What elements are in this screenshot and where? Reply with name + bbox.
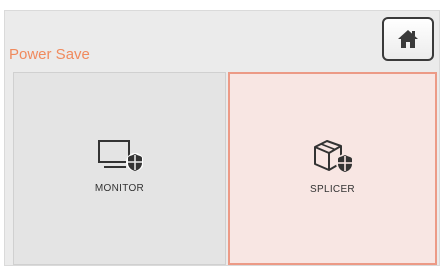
home-button[interactable] bbox=[382, 17, 434, 61]
monitor-label: MONITOR bbox=[94, 183, 145, 194]
splicer-icon-group bbox=[311, 134, 355, 174]
splicer-option[interactable]: SPLICER bbox=[228, 72, 437, 265]
monitor-option[interactable]: MONITOR bbox=[13, 72, 226, 265]
box-icon bbox=[313, 140, 354, 172]
shield-icon bbox=[335, 154, 354, 172]
splicer-label: SPLICER bbox=[310, 184, 355, 195]
page-title: Power Save bbox=[9, 46, 90, 63]
home-icon bbox=[398, 30, 418, 48]
monitor-icon-group bbox=[97, 133, 143, 173]
monitor-icon bbox=[97, 140, 143, 171]
